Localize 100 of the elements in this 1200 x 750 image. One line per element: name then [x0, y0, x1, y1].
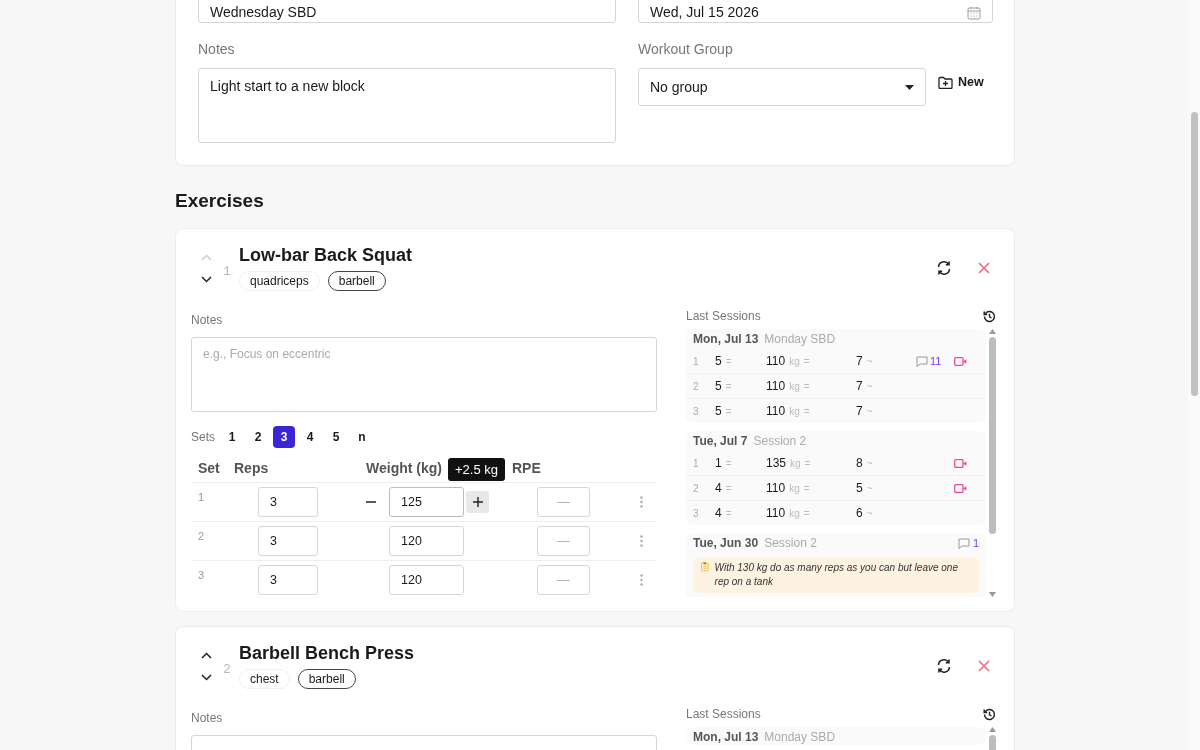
set-count-button[interactable]: 1: [221, 426, 243, 448]
reps-field[interactable]: 3: [258, 487, 318, 517]
session-date: Tue, Jul 7: [693, 434, 748, 448]
video-icon[interactable]: [954, 458, 967, 468]
close-icon[interactable]: [978, 262, 990, 274]
weight-unit: kg: [789, 508, 800, 519]
rpe-mark: ~: [866, 356, 873, 367]
comment-icon[interactable]: [916, 355, 928, 367]
caret-icon: [905, 84, 914, 90]
weight-field[interactable]: 120: [389, 526, 464, 556]
weight-mark: =: [803, 406, 810, 417]
weight-unit: kg: [789, 406, 800, 417]
weight-mark: =: [803, 356, 810, 367]
session-note: With 130 kg do as many reps as you can but leave one rep on a tank: [693, 557, 979, 593]
set-count-button[interactable]: 2: [247, 426, 269, 448]
rpe-value: 7: [856, 404, 863, 418]
rpe-mark: ~: [866, 381, 873, 392]
increment-button[interactable]: [466, 491, 489, 513]
comment-icon[interactable]: [957, 537, 970, 549]
date-field[interactable]: Wed, Jul 15 2026: [638, 0, 993, 23]
weight-mark: =: [803, 381, 810, 392]
session-date: Tue, Jun 30: [693, 536, 759, 550]
scrollbar[interactable]: [988, 329, 996, 597]
scroll-down-icon[interactable]: [988, 592, 996, 597]
set-number: 3: [693, 405, 700, 417]
weight-mark: =: [803, 508, 810, 519]
column-header: RPE: [512, 460, 541, 476]
set-number: 2: [197, 530, 206, 542]
video-icon[interactable]: [954, 483, 967, 493]
rpe-value: 6: [856, 506, 863, 520]
workout-name-field[interactable]: Wednesday SBD: [198, 0, 616, 23]
reps-value: 4: [715, 481, 722, 495]
exercise-title: Barbell Bench Press: [239, 643, 415, 664]
rpe-mark: ~: [866, 483, 873, 494]
set-count-button[interactable]: 3: [273, 426, 295, 448]
notes-label: Notes: [198, 41, 236, 57]
scroll-up-icon[interactable]: [988, 727, 996, 732]
weight-value: 110: [766, 506, 786, 520]
exercise-number: 1: [223, 263, 232, 279]
tooltip: +2.5 kg: [448, 458, 505, 481]
reps-mark: =: [725, 458, 732, 469]
session-name: Monday SBD: [764, 332, 836, 346]
session-name: Monday SBD: [764, 730, 836, 744]
notes-label: Notes: [191, 711, 224, 725]
refresh-icon[interactable]: [936, 260, 952, 276]
column-header: Reps: [234, 460, 269, 476]
scroll-up-icon[interactable]: [988, 329, 996, 334]
set-number: 1: [693, 355, 700, 367]
clipboard-icon: [701, 561, 709, 572]
notes-label: Notes: [191, 313, 224, 327]
more-icon[interactable]: [640, 574, 643, 586]
weight-unit: kg: [790, 458, 801, 469]
reps-field[interactable]: 3: [258, 565, 318, 595]
set-count-button[interactable]: n: [351, 426, 373, 448]
reps-mark: =: [725, 508, 732, 519]
workout-group-select[interactable]: No group: [638, 68, 926, 106]
session-name: Session 2: [753, 434, 807, 448]
exercise-title: Low-bar Back Squat: [239, 245, 413, 266]
calendar-icon[interactable]: [967, 6, 981, 20]
rpe-value: 7: [856, 379, 863, 393]
close-icon[interactable]: [978, 660, 990, 672]
set-count-button[interactable]: 5: [325, 426, 347, 448]
weight-unit: kg: [789, 356, 800, 367]
weight-value: 110: [766, 404, 786, 418]
reps-value: 1: [715, 456, 722, 470]
notes-field[interactable]: Light start to a new block: [198, 68, 616, 143]
sets-label: Sets: [191, 430, 215, 444]
rpe-mark: ~: [866, 406, 873, 417]
weight-field[interactable]: 125: [389, 487, 464, 517]
refresh-icon[interactable]: [936, 658, 952, 674]
weight-field[interactable]: 120: [389, 565, 464, 595]
set-number: 2: [693, 380, 700, 392]
video-icon[interactable]: [954, 356, 967, 366]
set-number: 3: [693, 507, 700, 519]
reps-value: 5: [715, 379, 722, 393]
chevron-up-icon[interactable]: [200, 651, 212, 659]
history-icon[interactable]: [983, 309, 996, 323]
history-icon[interactable]: [983, 707, 996, 721]
weight-value: 110: [766, 379, 786, 393]
reps-field[interactable]: 3: [258, 526, 318, 556]
rpe-value: 8: [856, 456, 863, 470]
workout-group-label: Workout Group: [638, 41, 734, 57]
new-group-button[interactable]: New: [938, 75, 984, 89]
chevron-down-icon[interactable]: [200, 673, 212, 681]
rpe-value: 5: [856, 481, 863, 495]
chevron-down-icon[interactable]: [200, 275, 212, 283]
weight-value: 135: [766, 456, 787, 470]
more-icon[interactable]: [640, 535, 643, 547]
weight-unit: kg: [789, 381, 800, 392]
reps-mark: =: [725, 381, 732, 392]
weight-value: 110: [766, 354, 786, 368]
weight-mark: =: [803, 483, 810, 494]
folder-plus-icon: [938, 75, 953, 89]
column-header: Set: [197, 460, 220, 476]
more-icon[interactable]: [640, 496, 643, 508]
set-count-button[interactable]: 4: [299, 426, 321, 448]
weight-unit: kg: [789, 483, 800, 494]
rpe-mark: ~: [866, 508, 873, 519]
reps-mark: =: [725, 483, 732, 494]
session-name: Session 2: [764, 536, 817, 550]
